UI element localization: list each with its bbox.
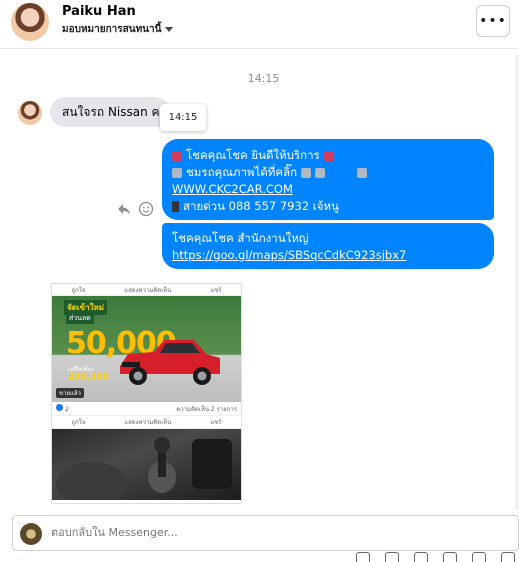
reply-icon[interactable]	[116, 201, 132, 217]
reaction-count-value: 2	[65, 406, 69, 413]
outgoing-message[interactable]: โชคคุณโชค สำนักงานใหญ่ https://goo.gl/ma…	[162, 223, 494, 269]
react-emoji-icon[interactable]	[138, 201, 154, 217]
gear-shift-image	[56, 437, 232, 500]
like-icon	[56, 404, 63, 411]
pickup-truck-image	[120, 340, 220, 385]
post-photo-promo[interactable]: จัดเข้าใหม่ ส่วนลด 50,000 เหลือเพียง 299…	[52, 296, 241, 402]
message-time-tooltip: 14:15	[160, 104, 206, 131]
time-separator: 14:15	[247, 72, 280, 85]
post-comment-action[interactable]: แสดงความคิดเห็น	[124, 417, 171, 427]
sender-avatar	[18, 101, 42, 125]
post-comment-action[interactable]: แสดงความคิดเห็น	[124, 285, 171, 295]
down-arrow-emoji-icon	[315, 167, 326, 178]
shared-post-attachment[interactable]: ถูกใจ แสดงความคิดเห็น แชร์ จัดเข้าใหม่ ส…	[51, 283, 242, 504]
scrollbar[interactable]	[515, 55, 519, 510]
assign-label: มอบหมายการสนทนานี้	[62, 24, 162, 35]
down-arrow-emoji-icon	[301, 167, 312, 178]
office-text: โชคคุณโชค สำนักงานใหญ่	[172, 231, 309, 245]
contact-name[interactable]: Paiku Han	[62, 4, 136, 19]
outgoing-message[interactable]: โชคคุณโชค ยินดีให้บริการ ชมรถคุณภาพได้ที…	[162, 139, 494, 220]
hotline-text: สายด่วน 088 557 7932 เจ้หนู	[183, 199, 339, 213]
like-thumb-icon[interactable]	[472, 552, 486, 562]
caret-down-icon	[165, 27, 174, 32]
contact-avatar[interactable]	[11, 3, 49, 41]
page-avatar	[20, 523, 42, 545]
message-line: โชคคุณโชค ยินดีให้บริการ	[172, 147, 484, 164]
maps-link[interactable]: https://goo.gl/maps/SBSqcCdkC923sjbx7	[172, 247, 406, 264]
promo-discount-label: ส่วนลด	[66, 313, 94, 324]
promo-price: 299,000	[68, 372, 109, 382]
gif-icon[interactable]	[414, 552, 428, 562]
post-like-action[interactable]: ถูกใจ	[72, 417, 86, 427]
conversation-header: Paiku Han มอบหมายการสนทนานี้ •••	[0, 0, 519, 49]
play-emoji-icon	[357, 167, 368, 178]
post-share-action[interactable]: แชร์	[210, 285, 221, 295]
message-line: สายด่วน 088 557 7932 เจ้หนู	[172, 198, 484, 215]
message-line: โชคคุณโชค สำนักงานใหญ่	[172, 230, 484, 247]
heart-emoji-icon	[323, 150, 334, 161]
play-emoji-icon	[172, 167, 182, 178]
reply-input[interactable]	[51, 516, 451, 550]
post-action-bar: ถูกใจ แสดงความคิดเห็น แชร์	[52, 415, 241, 429]
browse-cars-text: ชมรถคุณภาพได้ที่คลิ๊ก	[186, 165, 298, 179]
sold-tag: ขายแล้ว	[56, 388, 84, 398]
welcome-text: โชคคุณโชค ยินดีให้บริการ	[186, 148, 320, 162]
phone-emoji-icon	[172, 201, 179, 212]
post-reactions: 2 ความคิดเห็น 2 รายการ	[52, 402, 241, 415]
more-options-button[interactable]: •••	[476, 5, 510, 37]
post-share-action[interactable]: แชร์	[210, 417, 221, 427]
send-icon[interactable]	[501, 552, 515, 562]
attachment-icon[interactable]	[356, 552, 370, 562]
assign-conversation-dropdown[interactable]: มอบหมายการสนทนานี้	[62, 22, 174, 37]
heart-emoji-icon	[172, 150, 182, 161]
message-line: ชมรถคุณภาพได้ที่คลิ๊ก	[172, 164, 484, 181]
link-icon[interactable]	[385, 552, 399, 562]
post-action-bar: ถูกใจ แสดงความคิดเห็น แชร์	[52, 284, 241, 296]
message-actions	[116, 201, 154, 217]
emoji-icon[interactable]	[443, 552, 457, 562]
post-like-action[interactable]: ถูกใจ	[72, 285, 86, 295]
message-line: WWW.CKC2CAR.COM	[172, 181, 484, 198]
composer-toolbar	[356, 552, 515, 562]
website-link[interactable]: WWW.CKC2CAR.COM	[172, 181, 293, 198]
incoming-message[interactable]: สนใจรถ Nissan ครับ	[50, 97, 170, 127]
post-photo-interior[interactable]	[52, 429, 241, 500]
comment-count[interactable]: ความคิดเห็น 2 รายการ	[176, 404, 237, 414]
reply-composer	[12, 515, 519, 551]
reaction-count[interactable]: 2	[56, 404, 69, 413]
message-line: https://goo.gl/maps/SBSqcCdkC923sjbx7	[172, 247, 484, 264]
